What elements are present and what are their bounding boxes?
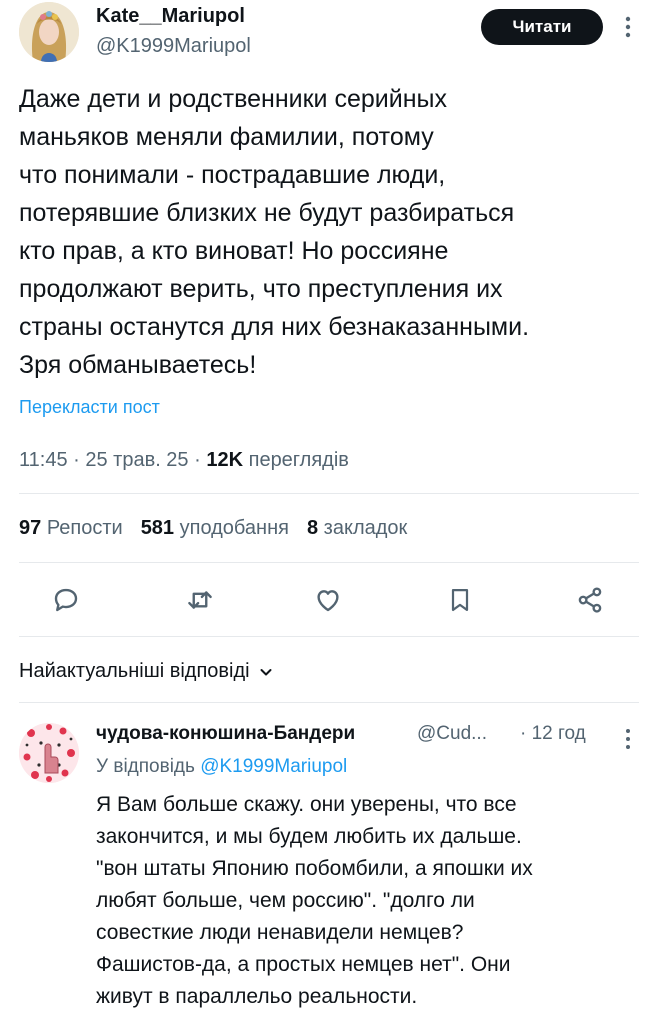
tweet-time[interactable]: 11:45	[19, 449, 68, 471]
divider	[19, 702, 639, 703]
translate-post-link[interactable]: Перекласти пост	[19, 397, 160, 418]
reply-more-options-icon[interactable]	[618, 726, 638, 752]
reply-time[interactable]: · 12 год	[520, 723, 586, 745]
author-name[interactable]: Kate__Mariupol	[96, 5, 245, 28]
tweet-date[interactable]: 25 трав. 25	[85, 449, 188, 471]
retweet-icon[interactable]	[180, 580, 220, 620]
replying-to-prefix: У відповідь	[96, 756, 195, 777]
reply-author-name[interactable]: чудова-конюшина-Бандери	[96, 723, 355, 745]
reposts-count: 97	[19, 517, 42, 539]
likes-count: 581	[140, 517, 175, 539]
share-icon[interactable]	[570, 580, 610, 620]
meta-separator: ·	[73, 449, 86, 471]
likes-stat[interactable]: 581 уподобання	[141, 517, 289, 539]
divider	[19, 493, 639, 494]
likes-label: уподобання	[179, 517, 289, 539]
tweet-meta: 11:45 · 25 трав. 25 · 12K переглядів	[19, 449, 349, 472]
replies-sort-selector[interactable]: Найактуальніші відповіді	[19, 660, 274, 683]
reposts-stat[interactable]: 97 Репости	[19, 517, 123, 539]
replying-to: У відповідь @K1999Mariupol	[96, 756, 347, 778]
bookmarks-label: закладок	[323, 517, 408, 539]
reply-text: Я Вам больше скажу. они уверены, что все…	[96, 793, 533, 1008]
follow-button[interactable]: Читати	[481, 9, 603, 45]
views-label: переглядів	[248, 449, 349, 471]
like-icon[interactable]	[308, 580, 348, 620]
bookmark-icon[interactable]	[440, 580, 480, 620]
reply-author-handle[interactable]: @Cud...	[417, 723, 487, 745]
views-count: 12K	[206, 449, 244, 471]
tweet-stats: 97 Репости 581 уподобання 8 закладок	[19, 517, 407, 540]
meta-separator: ·	[194, 449, 207, 471]
divider	[19, 636, 639, 637]
author-handle[interactable]: @K1999Mariupol	[96, 35, 251, 58]
bookmarks-stat[interactable]: 8 закладок	[307, 517, 407, 539]
tweet-actions	[0, 580, 657, 620]
bookmarks-count: 8	[306, 517, 319, 539]
tweet-header: Kate__Mariupol @K1999Mariupol Читати	[0, 0, 657, 70]
chevron-down-icon	[260, 668, 272, 675]
tweet-text: Даже дети и родственники серийных маньяк…	[19, 85, 530, 379]
author-avatar[interactable]	[19, 2, 79, 62]
divider	[19, 562, 639, 563]
more-options-icon[interactable]	[618, 14, 638, 40]
replies-sort-label: Найактуальніші відповіді	[19, 660, 250, 682]
reposts-label: Репости	[46, 517, 123, 539]
replying-to-handle[interactable]: @K1999Mariupol	[200, 756, 347, 777]
reply-icon[interactable]	[46, 580, 86, 620]
reply-avatar[interactable]	[19, 723, 79, 783]
